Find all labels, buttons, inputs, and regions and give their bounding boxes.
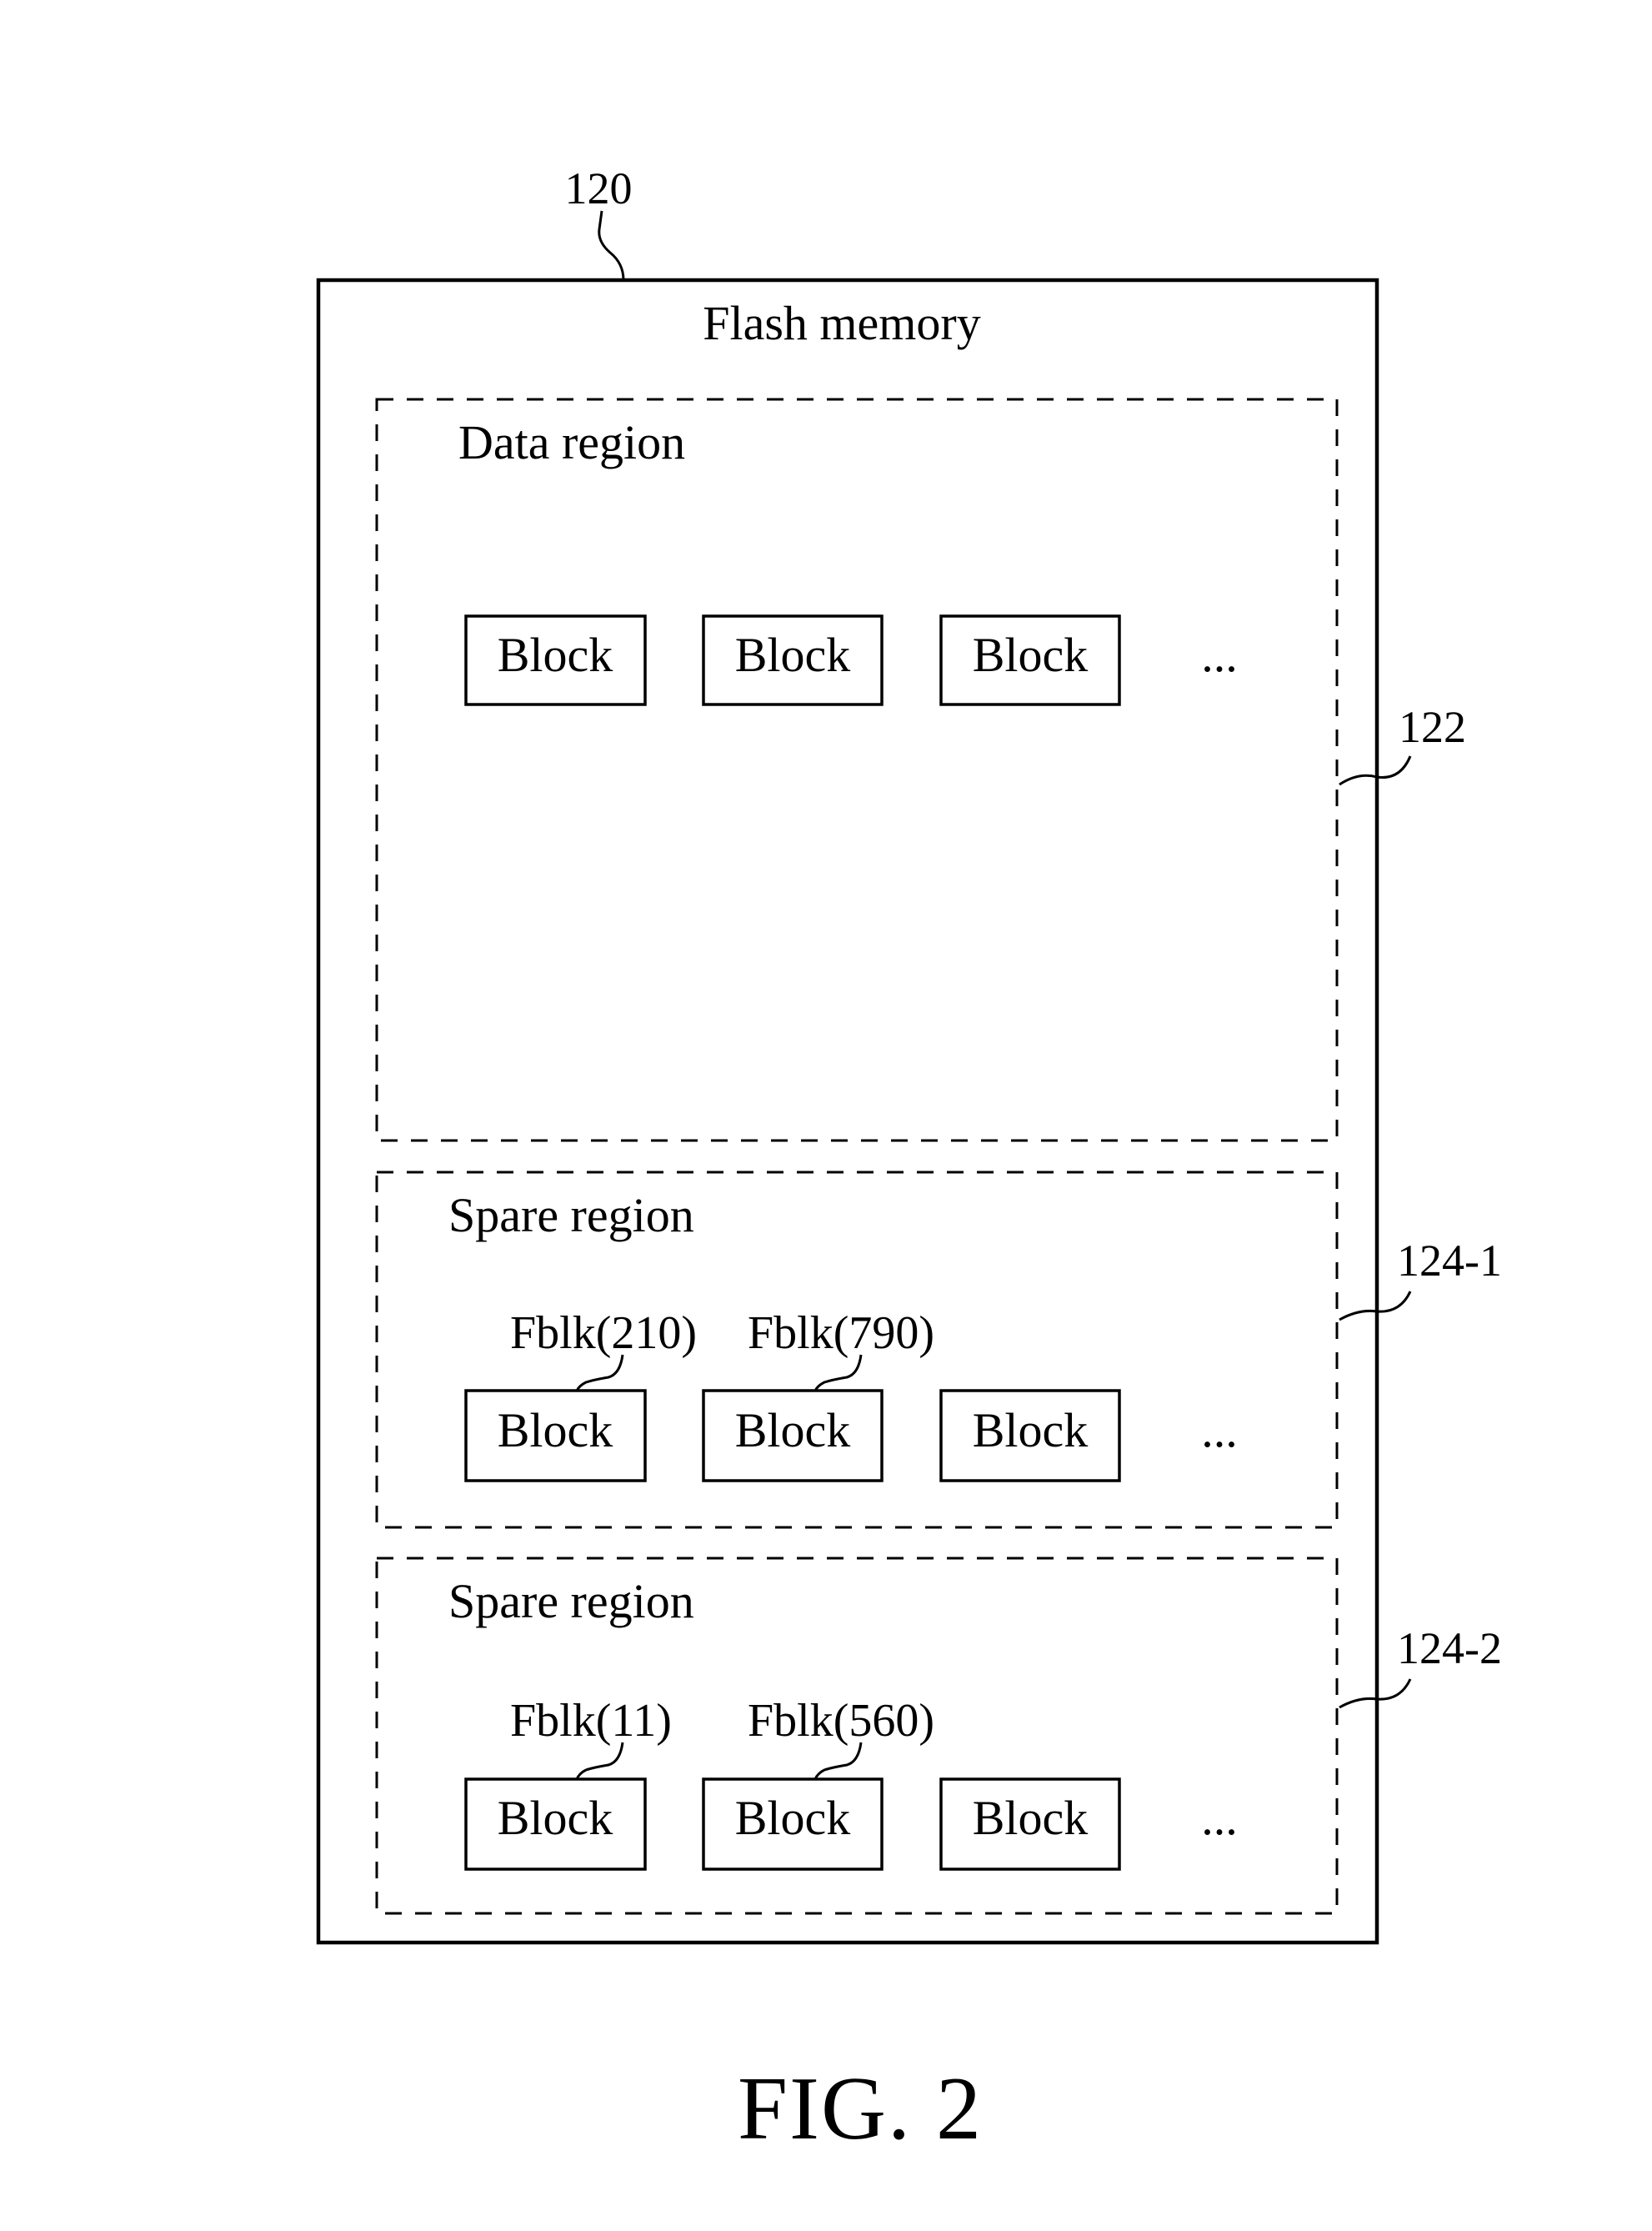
spare-region-1-blocks: Fblk(210) Fblk(790) Block Block Block ..… [464,1307,1238,1482]
block-label: Block [973,1403,1089,1457]
block-label: Block [735,1791,851,1845]
ref-label-124-1: 124-1 [1397,1236,1502,1286]
ellipsis: ... [1201,1791,1238,1845]
spare-region-2-blocks: Fblk(11) Fblk(560) Block Block Block ... [464,1695,1238,1871]
block-label: Block [973,1791,1089,1845]
block-label: Block [735,628,851,682]
spare-region-2-title: Spare region [448,1574,694,1628]
ref-leader-124-2 [1339,1678,1412,1709]
free-block-tag: Fblk(210) [510,1307,697,1359]
block-label: Block [498,1791,613,1845]
flash-memory-diagram: 120 Flash memory Data region Block Block… [316,163,1502,2158]
block-label: Block [735,1403,851,1457]
ref-leader-122 [1339,755,1412,786]
free-block-leader [813,1742,863,1780]
ref-leader-124-1 [1339,1291,1412,1321]
ref-label-120: 120 [565,163,633,213]
data-region-box [375,398,1339,1142]
free-block-tag: Fblk(790) [748,1307,934,1359]
free-block-tag: Fblk(560) [748,1695,934,1747]
flash-memory-box [316,278,1379,1945]
data-region-blocks: Block Block Block ... [464,614,1238,706]
ref-leader-120 [598,210,625,281]
flash-memory-title: Flash memory [703,296,980,350]
data-region-title: Data region [458,415,685,469]
ref-label-124-2: 124-2 [1397,1623,1502,1673]
ref-label-122: 122 [1399,702,1466,752]
ellipsis: ... [1201,628,1238,682]
free-block-leader [575,1354,624,1391]
free-block-leader [813,1354,863,1391]
block-label: Block [973,628,1089,682]
block-label: Block [498,1403,613,1457]
block-label: Block [498,628,613,682]
figure-caption: FIG. 2 [738,2059,983,2158]
free-block-leader [575,1742,624,1780]
spare-region-1-title: Spare region [448,1188,694,1242]
free-block-tag: Fblk(11) [510,1695,672,1747]
ellipsis: ... [1201,1403,1238,1457]
